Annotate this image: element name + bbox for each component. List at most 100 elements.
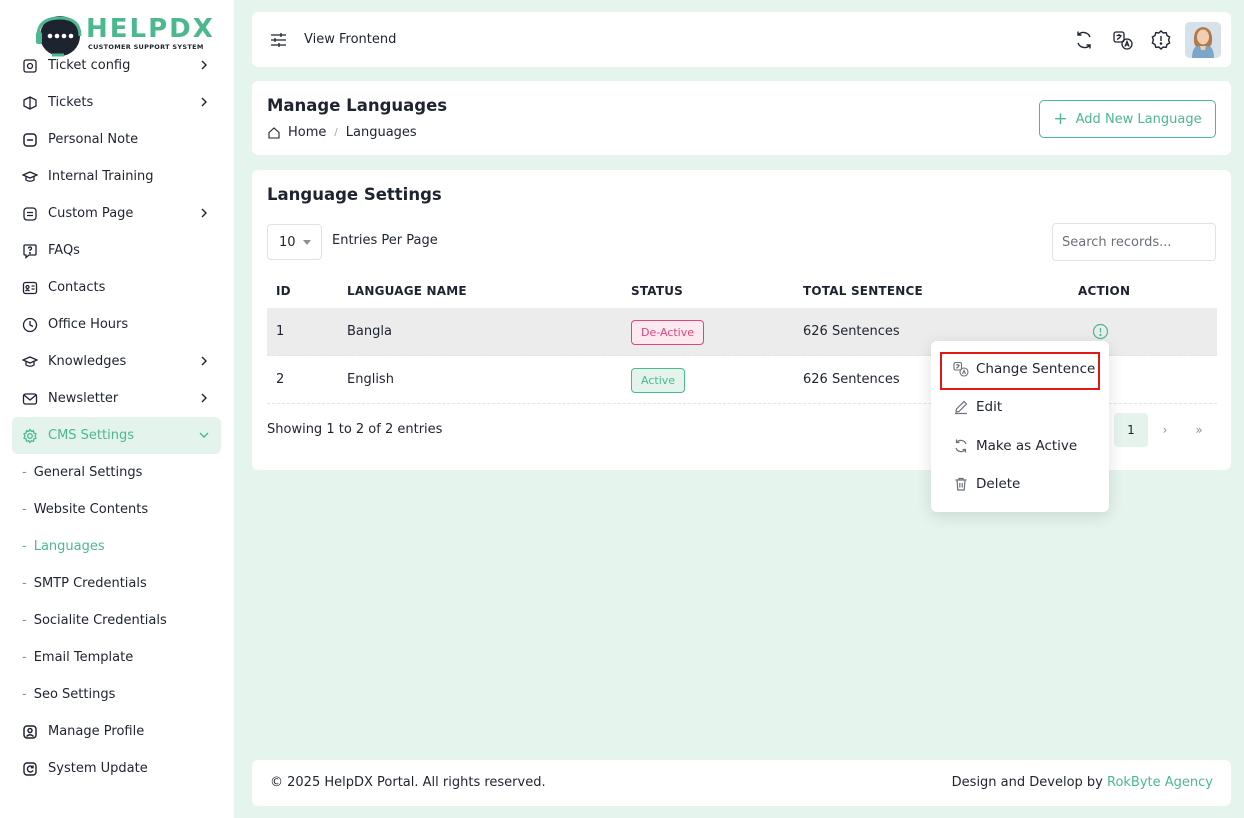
sidebar-item-custom-page[interactable]: Custom Page [12,195,221,232]
pagination-summary: Showing 1 to 2 of 2 entries [267,422,443,437]
credit-prefix: Design and Develop by [951,775,1107,790]
sidebar-item-label: System Update [48,761,148,776]
sidebar-subitem-smtp-credentials[interactable]: - SMTP Credentials [12,565,221,602]
cell-total-sentence: 626 Sentences [803,324,900,339]
sidebar-item-tickets[interactable]: Tickets [12,84,221,121]
cell-total-sentence: 626 Sentences [803,372,900,387]
refresh-icon [22,761,38,777]
sidebar-item-cms-settings[interactable]: CMS Settings [12,417,221,454]
sidebar-item-label: CMS Settings [48,428,134,443]
menu-item-delete[interactable]: Delete [953,476,1020,492]
page-icon [22,206,38,222]
column-header-total-sentence: TOTAL SENTENCE [803,284,923,298]
sidebar-item-label: Contacts [48,280,106,295]
question-icon [22,243,38,259]
translate-icon[interactable] [1112,29,1134,51]
cell-language-name: English [347,372,394,387]
page-button-current[interactable]: 1 [1114,413,1148,447]
sidebar-subitem-email-template[interactable]: - Email Template [12,639,221,676]
menu-item-label: Change Sentence [976,361,1096,377]
menu-item-label: Delete [976,476,1021,492]
gear-icon [22,427,38,444]
last-page-button[interactable]: » [1182,413,1216,447]
sidebar-item-label: Custom Page [48,206,134,221]
settings-icon [22,58,38,74]
chevron-right-icon [201,60,207,70]
search-input[interactable] [1052,223,1216,261]
credit-text: Design and Develop by RokByte Agency [952,775,1213,790]
menu-item-label: Make as Active [976,438,1078,454]
caret-down-icon [303,240,311,245]
breadcrumb: Home / Languages [267,125,417,140]
sidebar-item-label: Office Hours [48,317,129,332]
agency-link[interactable]: RokByte Agency [1107,775,1213,790]
next-page-button[interactable]: › [1148,413,1182,447]
sidebar-item-label: FAQs [48,243,80,258]
page-header-panel: Manage Languages Home / Languages + Add … [252,81,1231,155]
mail-icon [22,391,38,407]
sidebar-item-faqs[interactable]: FAQs [12,232,221,269]
entries-per-page-select[interactable]: 10 [267,224,322,260]
breadcrumb-home[interactable]: Home [288,125,326,140]
sidebar-item-label: Newsletter [48,391,119,406]
sidebar-item-label: Manage Profile [48,724,145,739]
sidebar-subitem-socialite-credentials[interactable]: - Socialite Credentials [12,602,221,639]
sidebar-subitem-label: Socialite Credentials [33,613,167,628]
headset-logo-icon [36,16,82,57]
plus-icon: + [1053,108,1068,129]
entries-per-page-label: Entries Per Page [332,233,438,248]
brand-logo[interactable]: HELPDX CUSTOMER SUPPORT SYSTEM [34,12,213,58]
sidebar-item-personal-note[interactable]: Personal Note [12,121,221,158]
sync-icon[interactable] [1073,29,1095,51]
column-header-status: STATUS [631,284,684,298]
column-header-id: ID [276,284,291,298]
sidebar-item-label: Personal Note [48,132,139,147]
sidebar-item-office-hours[interactable]: Office Hours [12,306,221,343]
menu-item-change-sentence[interactable]: Change Sentence [953,361,1095,377]
more-options-icon[interactable] [1092,323,1109,340]
sidebar-subitem-website-contents[interactable]: - Website Contents [12,491,221,528]
sidebar-item-newsletter[interactable]: Newsletter [12,380,221,417]
add-new-language-label: Add New Language [1075,111,1202,127]
sidebar-subitem-seo-settings[interactable]: - Seo Settings [12,676,221,713]
menu-item-edit[interactable]: Edit [953,399,1002,415]
sidebar-subitem-label: Seo Settings [33,687,116,702]
breadcrumb-separator: / [334,127,338,138]
contact-card-icon [22,280,38,296]
avatar[interactable] [1185,22,1221,58]
note-icon [22,132,38,148]
menu-item-make-active[interactable]: Make as Active [953,438,1077,454]
trash-icon [955,477,967,491]
knowledge-icon [22,354,38,370]
sidebar-item-label: Knowledges [48,354,127,369]
sidebar-subitem-label: Languages [33,539,105,554]
cell-id: 1 [276,324,285,339]
sidebar-item-manage-profile[interactable]: Manage Profile [12,713,221,750]
status-badge: De-Active [631,320,704,345]
sidebar-subitem-languages[interactable]: - Languages [12,528,221,565]
sidebar-item-system-update[interactable]: System Update [12,750,221,787]
sidebar-subitem-general-settings[interactable]: - General Settings [12,454,221,491]
sidebar-subitem-label: SMTP Credentials [33,576,147,591]
view-frontend-link[interactable]: View Frontend [304,32,396,47]
sidebar: Ticket config Tickets Personal Note Inte… [0,0,234,818]
cell-language-name: Bangla [347,324,392,339]
home-icon [268,126,280,139]
top-bar: View Frontend [252,12,1231,67]
sidebar-nav: Ticket config Tickets Personal Note Inte… [12,47,221,787]
pagination: 1 › » [1114,413,1216,447]
clock-icon [22,317,38,333]
ticket-icon [22,95,38,111]
sliders-menu-icon[interactable] [270,32,287,48]
sidebar-subitem-label: Email Template [33,650,134,665]
sidebar-item-knowledges[interactable]: Knowledges [12,343,221,380]
sync-icon [955,439,967,453]
sidebar-item-contacts[interactable]: Contacts [12,269,221,306]
alert-badge-icon[interactable] [1150,29,1172,51]
column-header-action: ACTION [1078,284,1131,298]
add-new-language-button[interactable]: + Add New Language [1039,100,1216,138]
chevron-right-icon [201,208,207,218]
user-profile-icon [22,724,38,740]
sidebar-item-internal-training[interactable]: Internal Training [12,158,221,195]
table-header: ID LANGUAGE NAME STATUS TOTAL SENTENCE A… [267,274,1217,308]
